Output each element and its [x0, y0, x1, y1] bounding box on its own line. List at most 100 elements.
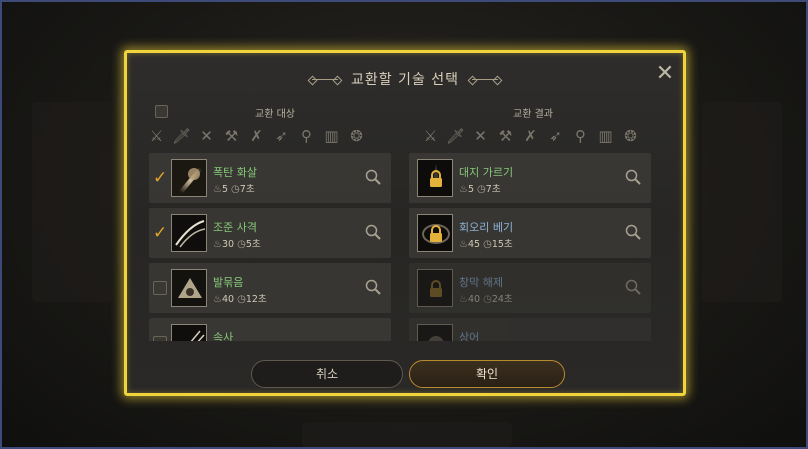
- skill-name: 창막 해제: [459, 276, 503, 289]
- axe-icon[interactable]: ⚒: [222, 127, 241, 146]
- confirm-button[interactable]: 확인: [409, 360, 565, 388]
- dialog-title: 교환할 기술 선택: [350, 72, 460, 88]
- right-weapon-filter: ⚔ 🗡 ✕ ⚒ ✗ ➶ ⚲ ▥ ❂: [421, 127, 640, 149]
- skill-thumbnail: [417, 159, 453, 197]
- skill-checkbox[interactable]: [153, 336, 167, 341]
- axe-icon[interactable]: ⚒: [496, 127, 515, 146]
- crossed-blades-icon[interactable]: ✕: [197, 127, 216, 146]
- book-icon[interactable]: ▥: [322, 127, 341, 146]
- title-ornament-left: [311, 79, 338, 80]
- lock-icon: [430, 170, 442, 187]
- skill-row[interactable]: ✓ 조준 사격 ♨30 ◷5초: [149, 208, 391, 258]
- cost-icon: ♨: [213, 239, 222, 250]
- skill-row[interactable]: 발묶음 ♨40 ◷12초: [149, 263, 391, 313]
- lock-icon: [430, 280, 442, 297]
- staff-icon[interactable]: ⚲: [297, 127, 316, 146]
- skill-cooldown: 15초: [491, 239, 513, 250]
- skill-thumbnail: [417, 214, 453, 252]
- skill-thumbnail: [417, 324, 453, 341]
- title-ornament-right: [472, 79, 499, 80]
- skill-checkbox[interactable]: ✓: [153, 170, 167, 187]
- result-skill-row[interactable]: 회오리 베기 ♨45 ◷15초: [409, 208, 651, 258]
- skill-count: 40: [467, 294, 481, 305]
- skill-name: 조준 사격: [213, 221, 257, 234]
- magnifier-icon[interactable]: [625, 169, 641, 185]
- skill-name: 상어: [459, 331, 480, 341]
- magnifier-icon[interactable]: [625, 224, 641, 240]
- magnifier-icon[interactable]: [365, 279, 381, 295]
- cooldown-icon: ◷: [237, 239, 246, 250]
- cooldown-icon: ◷: [237, 294, 246, 305]
- skill-row[interactable]: ✓ 폭탄 화살 ♨5 ◷7초: [149, 153, 391, 203]
- skill-row[interactable]: 속사: [149, 318, 391, 341]
- skill-thumbnail: [171, 214, 207, 252]
- skill-meta: ♨30 ◷5초: [213, 236, 261, 250]
- skill-meta: ♨5 ◷7초: [459, 181, 501, 195]
- background-panel: [32, 102, 112, 302]
- skill-count: 30: [221, 239, 235, 250]
- skill-name: 대지 가르기: [459, 166, 514, 179]
- cooldown-icon: ◷: [477, 184, 486, 195]
- magnifier-icon[interactable]: [365, 169, 381, 185]
- result-skill-row[interactable]: 창막 해제 ♨40 ◷24초: [409, 263, 651, 313]
- cooldown-icon: ◷: [483, 294, 492, 305]
- crossbow-icon[interactable]: ✗: [521, 127, 540, 146]
- book-icon[interactable]: ▥: [596, 127, 615, 146]
- right-skill-list[interactable]: 대지 가르기 ♨5 ◷7초 회오리 베기 ♨45 ◷15초 창막 해제 ♨40 …: [409, 153, 651, 341]
- select-all-checkbox[interactable]: [155, 105, 168, 118]
- result-skill-row[interactable]: 상어: [409, 318, 651, 341]
- skill-count: 45: [467, 239, 481, 250]
- skill-meta: ♨40 ◷12초: [213, 291, 267, 305]
- background-bar: [302, 422, 512, 447]
- right-column-header: 교환 결과: [513, 109, 553, 120]
- skill-thumbnail: [417, 269, 453, 307]
- crossed-blades-icon[interactable]: ✕: [471, 127, 490, 146]
- result-skill-row[interactable]: 대지 가르기 ♨5 ◷7초: [409, 153, 651, 203]
- cost-icon: ♨: [459, 294, 468, 305]
- sword-icon[interactable]: 🗡: [446, 127, 465, 146]
- staff-icon[interactable]: ⚲: [571, 127, 590, 146]
- skill-cooldown: 12초: [245, 294, 267, 305]
- skill-name: 발묶음: [213, 276, 244, 289]
- skill-meta: ♨40 ◷24초: [459, 291, 513, 305]
- bow-icon[interactable]: ➶: [546, 127, 565, 146]
- skill-cooldown: 7초: [239, 184, 255, 195]
- crossbow-icon[interactable]: ✗: [247, 127, 266, 146]
- skill-count: 40: [221, 294, 235, 305]
- cooldown-icon: ◷: [483, 239, 492, 250]
- background-panel: [702, 102, 782, 302]
- left-skill-list[interactable]: ✓ 폭탄 화살 ♨5 ◷7초 ✓ 조준 사격 ♨30 ◷5초 발묶음 ♨40 ◷…: [149, 153, 391, 341]
- skill-thumbnail: [171, 324, 207, 341]
- close-icon[interactable]: ✕: [655, 63, 675, 85]
- skill-name: 속사: [213, 331, 234, 341]
- cancel-button[interactable]: 취소: [251, 360, 403, 388]
- skill-meta: ♨45 ◷15초: [459, 236, 513, 250]
- orb-icon[interactable]: ❂: [347, 127, 366, 146]
- dialog-header: 교환할 기술 선택: [127, 69, 683, 89]
- orb-icon[interactable]: ❂: [621, 127, 640, 146]
- skill-cooldown: 24초: [491, 294, 513, 305]
- magnifier-icon[interactable]: [365, 224, 381, 240]
- magnifier-icon[interactable]: [625, 279, 641, 295]
- skill-meta: ♨5 ◷7초: [213, 181, 255, 195]
- lock-icon: [430, 225, 442, 242]
- sword-icon[interactable]: 🗡: [172, 127, 191, 146]
- skill-checkbox[interactable]: ✓: [153, 225, 167, 242]
- skill-exchange-dialog: 교환할 기술 선택 ✕ 교환 대상 교환 결과 ⚔ 🗡 ✕ ⚒ ✗ ➶ ⚲ ▥ …: [124, 50, 686, 396]
- left-weapon-filter: ⚔ 🗡 ✕ ⚒ ✗ ➶ ⚲ ▥ ❂: [147, 127, 366, 149]
- left-column-header: 교환 대상: [255, 109, 295, 120]
- skill-name: 폭탄 화살: [213, 166, 257, 179]
- cost-icon: ♨: [213, 294, 222, 305]
- cooldown-icon: ◷: [231, 184, 240, 195]
- claws-icon[interactable]: ⚔: [147, 127, 166, 146]
- skill-count: 5: [221, 184, 229, 195]
- skill-thumbnail: [171, 159, 207, 197]
- bow-icon[interactable]: ➶: [272, 127, 291, 146]
- cost-icon: ♨: [459, 239, 468, 250]
- skill-checkbox[interactable]: [153, 281, 167, 295]
- skill-cooldown: 7초: [485, 184, 501, 195]
- skill-cooldown: 5초: [245, 239, 261, 250]
- claws-icon[interactable]: ⚔: [421, 127, 440, 146]
- cost-icon: ♨: [213, 184, 222, 195]
- skill-name: 회오리 베기: [459, 221, 514, 234]
